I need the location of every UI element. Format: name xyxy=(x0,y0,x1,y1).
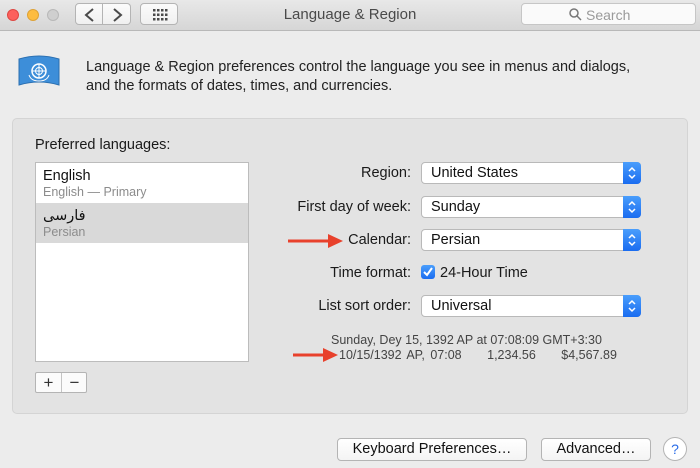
sort-order-popup[interactable]: Universal xyxy=(421,295,641,317)
checkmark-icon xyxy=(423,267,433,277)
language-subtitle: Persian xyxy=(43,225,86,239)
first-day-popup[interactable]: Sunday xyxy=(421,196,641,218)
intro-line-1: Language & Region preferences control th… xyxy=(86,59,631,75)
region-label: Region: xyxy=(361,165,411,181)
search-placeholder: Search xyxy=(586,7,631,23)
first-day-label: First day of week: xyxy=(297,199,411,215)
intro-line-2: and the formats of dates, times, and cur… xyxy=(86,78,393,94)
search-icon xyxy=(569,8,582,21)
popup-arrows-icon xyxy=(623,162,641,184)
time-format-label: Time format: xyxy=(330,265,411,281)
popup-arrows-icon xyxy=(623,229,641,251)
popup-arrows-icon xyxy=(623,196,641,218)
keyboard-preferences-button[interactable]: Keyboard Preferences… xyxy=(337,438,527,461)
time-format-checkbox-label[interactable]: 24-Hour Time xyxy=(440,265,528,281)
sample-short-date: 10/15/1392 AP, 07:08 xyxy=(339,348,462,362)
title-bar: Language & Region Search xyxy=(0,0,700,31)
add-remove-control: + − xyxy=(35,372,87,393)
popup-arrows-icon xyxy=(623,295,641,317)
search-input[interactable]: Search xyxy=(521,3,696,25)
sort-order-label: List sort order: xyxy=(318,298,411,314)
calendar-value: Persian xyxy=(431,232,481,248)
add-language-button[interactable]: + xyxy=(36,373,62,392)
language-name: فارسی xyxy=(43,208,86,224)
preferred-languages-label: Preferred languages: xyxy=(35,137,171,153)
language-list[interactable]: English English — Primary فارسی Persian xyxy=(35,162,249,362)
language-subtitle: English — Primary xyxy=(43,185,147,199)
first-day-value: Sunday xyxy=(431,199,481,215)
sample-currency: $4,567.89 xyxy=(561,348,617,362)
intro-text: Language & Region preferences control th… xyxy=(86,58,676,96)
sample-number: 1,234.56 xyxy=(487,348,536,362)
sort-order-value: Universal xyxy=(431,298,492,314)
sample-short-formats: 10/15/1392 AP, 07:08 1,234.56 $4,567.89 xyxy=(339,348,637,362)
region-popup[interactable]: United States xyxy=(421,162,641,184)
advanced-button[interactable]: Advanced… xyxy=(541,438,651,461)
annotation-arrow-icon xyxy=(293,348,338,362)
time-format-checkbox[interactable] xyxy=(421,265,435,279)
un-flag-icon xyxy=(18,55,60,86)
sample-long-date: Sunday, Dey 15, 1392 AP at 07:08:09 GMT+… xyxy=(331,333,602,347)
annotation-arrow-icon xyxy=(288,234,343,248)
remove-language-button[interactable]: − xyxy=(62,373,87,392)
help-button[interactable]: ? xyxy=(663,437,687,461)
calendar-popup[interactable]: Persian xyxy=(421,229,641,251)
region-value: United States xyxy=(431,165,519,181)
language-name: English xyxy=(43,168,91,184)
